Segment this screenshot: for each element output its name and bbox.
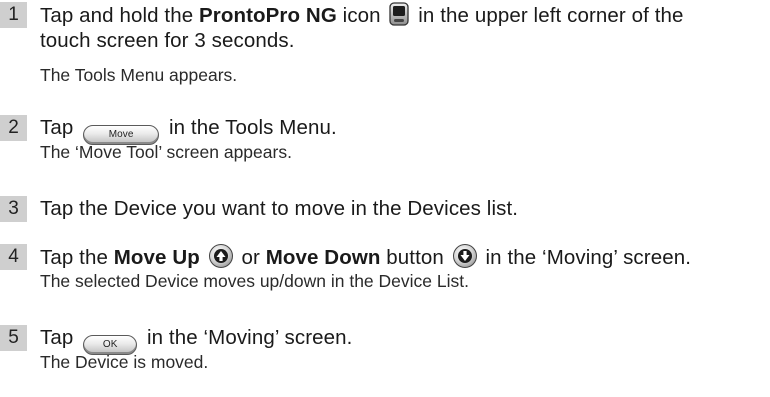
step-number: 2 — [0, 115, 27, 141]
product-name: ProntoPro NG — [199, 4, 337, 27]
move-up-icon[interactable] — [208, 244, 233, 268]
step-result: The selected Device moves up/down in the… — [40, 271, 469, 291]
move-up-label: Move Up — [113, 246, 200, 269]
move-down-icon[interactable] — [452, 244, 477, 268]
step-result: The Device is moved. — [40, 352, 209, 372]
step-number: 4 — [0, 244, 27, 270]
step-number: 3 — [0, 196, 27, 222]
step-text: Tap the Device you want to move in the D… — [40, 197, 519, 220]
step-result: The ‘Move Tool’ screen appears. — [40, 142, 292, 162]
step-text: Tap the Move Up or Move Down button in t… — [40, 244, 691, 269]
step-number: 1 — [0, 2, 27, 28]
pronto-device-icon — [389, 2, 410, 33]
step-text-line2: touch screen for 3 seconds. — [40, 29, 295, 52]
step-result: The Tools Menu appears. — [40, 65, 238, 85]
step-number: 5 — [0, 325, 27, 351]
move-down-label: Move Down — [265, 246, 381, 269]
